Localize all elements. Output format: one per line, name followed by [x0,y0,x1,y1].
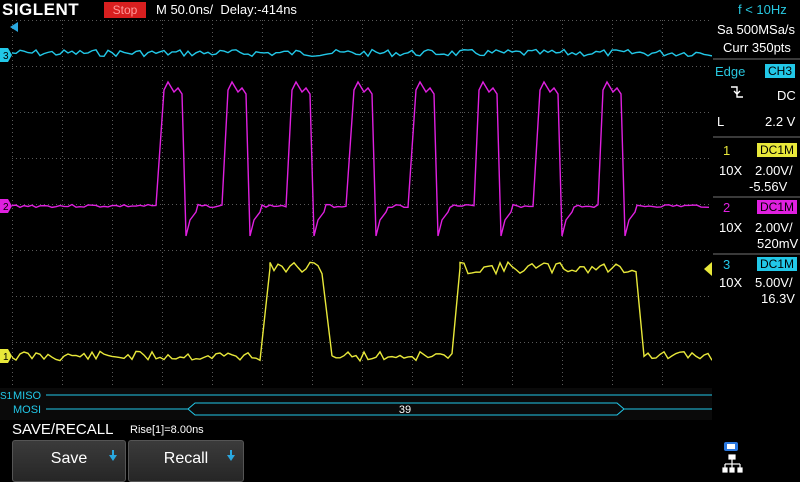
ch3-offset-marker[interactable]: 3 [0,48,12,62]
mosi-label: MOSI [13,404,41,416]
trigger-level-label: L [717,114,725,129]
graticule [12,20,713,389]
trigger-type: Edge [715,64,746,79]
brand-logo: SIGLENT [2,0,80,19]
serial-bus-marker: S1 [0,391,13,402]
ch2-probe: 10X [719,220,743,235]
svg-text:2: 2 [3,202,9,213]
ch2-coupling: DC1M [757,200,798,214]
run-state-badge[interactable]: Stop [104,2,146,18]
ch1-probe: 10X [719,163,743,178]
ch1-scale: 2.00V/ [755,163,793,178]
waveform-canvas [11,20,713,389]
ch3-trace [11,48,713,58]
ch3-scale: 5.00V/ [755,275,793,290]
ch1-coupling: DC1M [757,143,798,157]
trigger-delay-arrow-icon [10,22,18,32]
trigger-coupling: DC [777,88,796,103]
info-panel: Sa 500MSa/s Curr 350pts Edge CH3 DC L 2.… [713,20,800,438]
ch2-offset-marker[interactable]: 2 [0,199,12,213]
timebase-readout[interactable]: M 50.0ns/ Delay:-414ns [156,2,297,18]
ch3-offset: 16.3V [761,291,795,306]
ch3-probe: 10X [719,275,743,290]
save-button[interactable]: Save [12,440,126,482]
recall-button[interactable]: Recall [128,440,244,482]
ch3-coupling: DC1M [757,257,798,271]
miso-label: MISO [13,390,42,402]
trigger-source: CH3 [765,64,796,78]
measurement-readout: Rise[1]=8.00ns [130,424,204,436]
trigger-level-marker[interactable] [700,262,712,276]
ch1-number: 1 [723,143,731,158]
svg-text:3: 3 [3,51,9,62]
ch2-offset: 520mV [757,236,799,251]
ch3-number: 3 [723,257,731,272]
network-icon [722,454,743,473]
trigger-level-arrow-icon [704,262,712,276]
menu-title: SAVE/RECALL [12,421,114,438]
ch1-offset: -5.56V [749,179,788,194]
ch1-offset-marker[interactable]: 1 [0,349,12,363]
mosi-value: 39 [399,404,411,416]
ch2-scale: 2.00V/ [755,220,793,235]
recall-label: Recall [163,450,209,467]
timebase-value: M 50.0ns/ [156,2,214,17]
svg-text:1: 1 [3,352,9,363]
status-icons [722,442,743,473]
delay-value: Delay:-414ns [220,2,297,17]
serial-decode-bar[interactable]: S1 MISO MOSI 39 [0,388,712,420]
ch2-number: 2 [723,200,731,215]
waveform-display[interactable] [11,20,713,418]
trigger-frequency: f < 10Hz [738,2,787,17]
save-label: Save [50,450,88,467]
trigger-position-marker[interactable] [0,20,712,40]
falling-edge-icon [731,86,743,98]
sample-rate: Sa 500MSa/s [717,22,796,37]
memory-depth: Curr 350pts [723,40,791,55]
trigger-level: 2.2 V [765,114,796,129]
